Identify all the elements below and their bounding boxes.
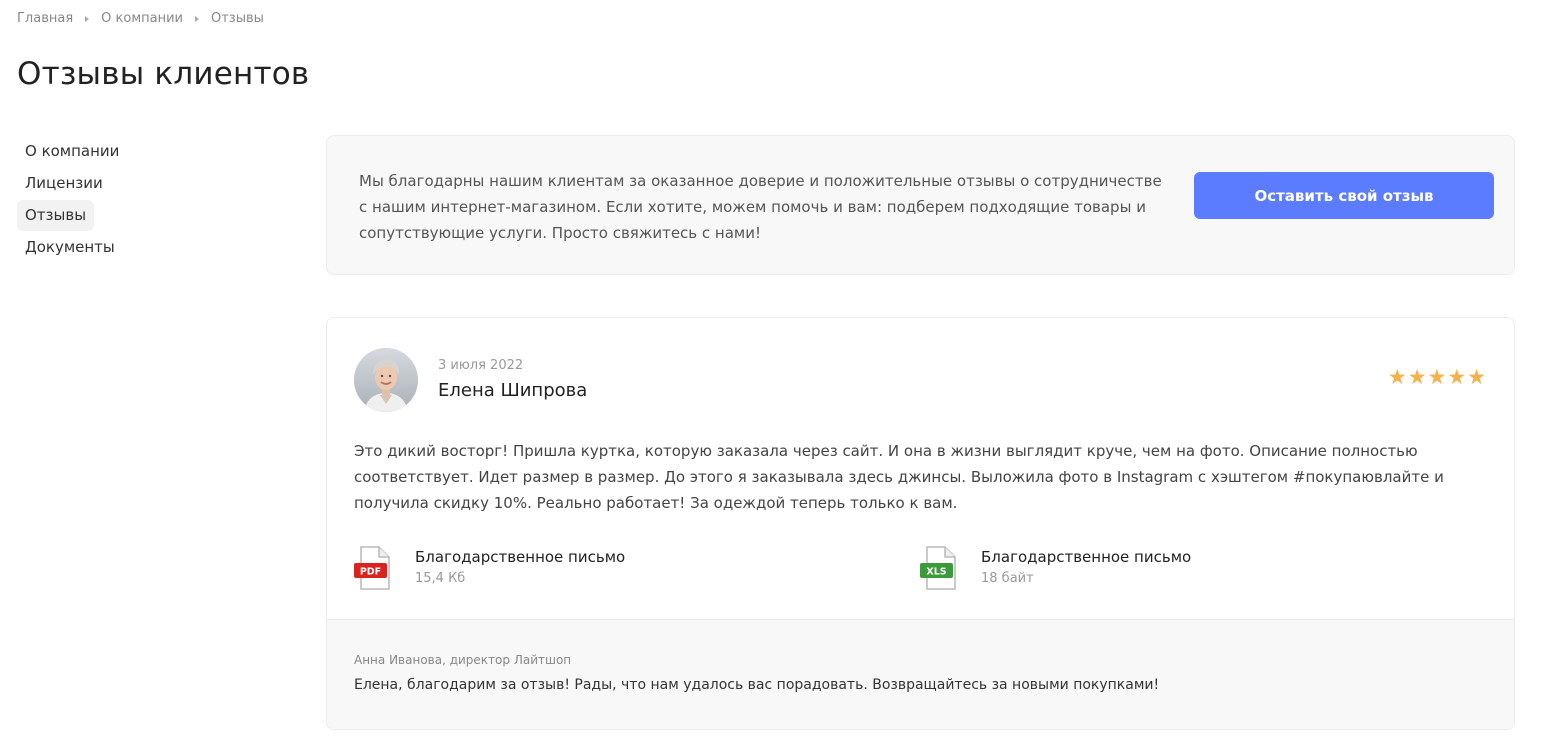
star-icon: ★ bbox=[1467, 365, 1486, 389]
star-icon: ★ bbox=[1387, 365, 1407, 389]
avatar bbox=[354, 348, 418, 412]
intro-text: Мы благодарны нашим клиентам за оказанно… bbox=[359, 172, 1162, 242]
sidebar-item-reviews[interactable]: Отзывы bbox=[17, 200, 95, 231]
avatar-portrait-icon bbox=[354, 348, 418, 412]
xls-file-icon: XLS bbox=[920, 546, 960, 590]
sidebar-nav: О компании Лицензии Отзывы Документы bbox=[17, 136, 257, 264]
breadcrumb-separator-icon bbox=[85, 15, 90, 22]
document-size: 15,4 Кб bbox=[415, 571, 466, 586]
breadcrumb-home[interactable]: Главная bbox=[17, 11, 73, 26]
sidebar-item-licenses[interactable]: Лицензии bbox=[17, 168, 111, 199]
review-card: 3 июля 2022 Елена Шипрова ★ ★ ★ ★ ★ Это дики… bbox=[326, 317, 1515, 730]
star-icon: ★ bbox=[1427, 365, 1447, 389]
reply-text: Елена, благодарим за отзыв! Рады, что на… bbox=[354, 677, 1160, 693]
pdf-file-icon: PDF bbox=[354, 546, 394, 590]
page-title: Отзывы клиентов bbox=[17, 56, 310, 92]
document-size: 18 байт bbox=[981, 571, 1034, 586]
star-icon: ★ bbox=[1407, 365, 1427, 389]
document-title[interactable]: Благодарственное письмо bbox=[415, 548, 625, 566]
document-title[interactable]: Благодарственное письмо bbox=[981, 548, 1191, 566]
breadcrumb-about[interactable]: О компании bbox=[101, 11, 183, 26]
review-text: Это дикий восторг! Пришла куртка, котору… bbox=[354, 442, 1444, 512]
company-reply: Анна Иванова, директор Лайтшоп Елена, бл… bbox=[327, 619, 1514, 729]
intro-panel: Мы благодарны нашим клиентам за оказанно… bbox=[326, 135, 1515, 275]
reply-author: Анна Иванова, директор Лайтшоп bbox=[354, 653, 572, 667]
xls-badge-label: XLS bbox=[926, 567, 946, 578]
pdf-badge-label: PDF bbox=[360, 567, 381, 578]
review-author-name: Елена Шипрова bbox=[438, 380, 588, 401]
review-date: 3 июля 2022 bbox=[438, 358, 524, 373]
sidebar-item-documents[interactable]: Документы bbox=[17, 232, 123, 263]
breadcrumb-current: Отзывы bbox=[211, 11, 264, 26]
document-pdf[interactable]: PDF Благодарственное письмо 15,4 Кб bbox=[354, 546, 625, 590]
star-icon: ★ bbox=[1447, 365, 1467, 389]
breadcrumb-separator-icon bbox=[195, 15, 199, 22]
breadcrumb: Главная О компании Отзывы bbox=[17, 11, 264, 26]
rating-stars: ★ ★ ★ ★ ★ bbox=[1387, 366, 1486, 388]
document-xls[interactable]: XLS Благодарственное письмо 18 байт bbox=[920, 546, 1191, 590]
sidebar-item-about[interactable]: О компании bbox=[17, 136, 127, 167]
leave-review-button[interactable]: Оставить свой отзыв bbox=[1194, 172, 1494, 219]
